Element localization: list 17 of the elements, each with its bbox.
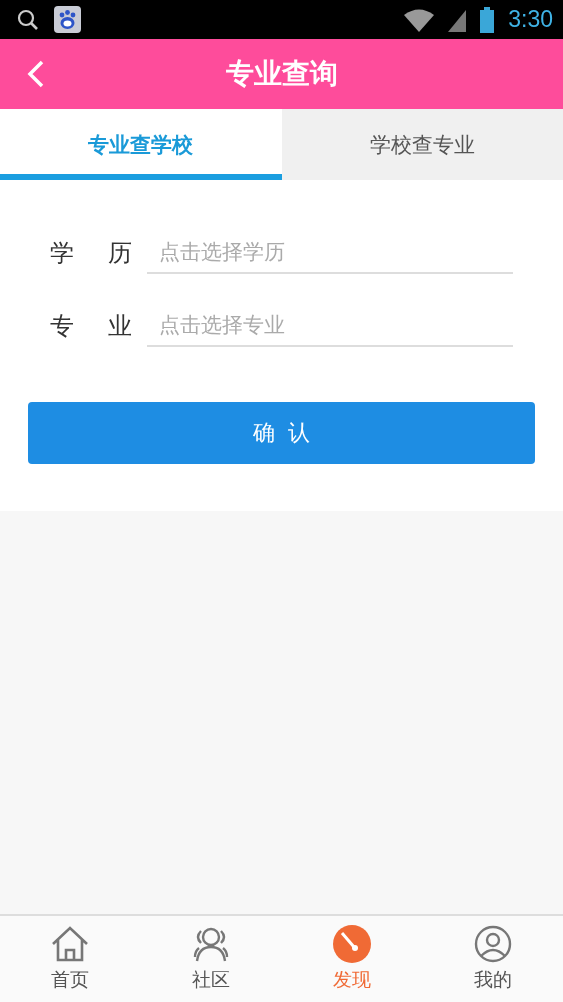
select-field[interactable]: 点击选择学历 [147,231,513,274]
compass-icon [331,925,372,963]
select-field[interactable]: 点击选择专业 [147,304,513,347]
page-title: 专业查询 [225,56,338,92]
confirm-button[interactable]: 确 认 [28,402,535,464]
tab[interactable]: 学校查专业 [281,109,563,180]
nav-tab[interactable]: 社区 [140,916,282,1002]
field-label: 学 历 [50,237,133,269]
battery-icon [480,6,495,33]
status-time: 3:30 [508,6,553,33]
nav-tab[interactable]: 首页 [0,916,141,1002]
search-icon [16,7,40,32]
paw-app-icon [54,6,81,33]
person-icon [472,925,513,963]
wifi-icon [404,7,435,32]
nav-tab[interactable]: 我的 [422,916,563,1002]
field-label: 专 业 [50,310,133,342]
